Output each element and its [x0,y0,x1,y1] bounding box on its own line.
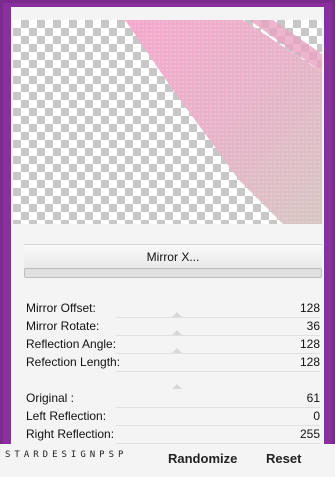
param-row-original[interactable]: Original : 61 [24,384,322,408]
param-row-right-reflection[interactable]: Right Reflection: 255 [24,426,322,444]
brand-watermark: STARDESIGNPSP [5,450,128,460]
param-label: Mirror Rotate: [26,319,100,333]
param-value: 61 [306,391,320,405]
parameter-list: Mirror Offset: 128 Mirror Rotate: 36 Ref… [24,300,322,444]
preview-image [125,20,322,224]
param-value: 255 [299,427,320,441]
param-label: Mirror Offset: [26,301,96,315]
param-label: Refection Length: [26,355,121,369]
param-value: 36 [306,319,320,333]
param-row-reflection-length[interactable]: Refection Length: 128 [24,348,322,372]
param-value: 128 [299,355,320,369]
param-label: Right Reflection: [26,427,115,441]
mirror-x-button[interactable]: Mirror X... [24,244,322,270]
param-row-left-reflection[interactable]: Left Reflection: 0 [24,408,322,426]
param-value: 128 [299,301,320,315]
slider-marker-icon [172,312,182,317]
param-value: 128 [299,337,320,351]
slider-line [116,371,320,372]
param-label: Left Reflection: [26,409,107,423]
mirror-x-label: Mirror X... [146,250,200,264]
param-label: Original : [26,391,75,405]
reset-button[interactable]: Reset [266,451,301,466]
preview-canvas [13,20,322,224]
param-label: Reflection Angle: [26,337,117,351]
slider-marker-icon [172,348,182,353]
randomize-button[interactable]: Randomize [168,451,237,466]
slider-marker-icon [172,330,182,335]
slider-marker-icon [172,384,182,389]
param-value: 0 [313,409,320,423]
horizontal-slider[interactable] [24,268,322,278]
